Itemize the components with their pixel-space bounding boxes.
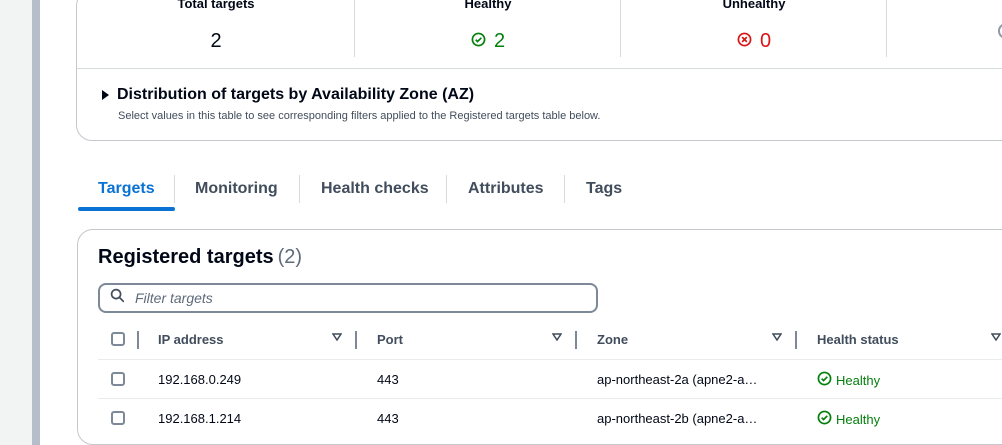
zone-cell: ap-northeast-2b (apne2-a…	[597, 411, 758, 426]
metric-unhealthy[interactable]: Unhealthy 0	[621, 0, 887, 68]
search-icon	[110, 288, 125, 308]
metric-label: Healthy	[464, 0, 512, 11]
metric-label: Total targets	[177, 0, 255, 11]
health-status-cell: Healthy	[817, 371, 880, 389]
row-divider	[98, 398, 1002, 399]
tab-tags[interactable]: Tags	[566, 173, 642, 209]
row-divider	[98, 359, 1002, 360]
tab-bar: Targets Monitoring Health checks Attribu…	[78, 173, 1002, 213]
filter-targets-field[interactable]	[98, 283, 598, 313]
tab-separator	[299, 175, 300, 203]
tab-monitoring[interactable]: Monitoring	[175, 173, 298, 209]
scrollbar[interactable]	[32, 0, 40, 445]
column-header-zone[interactable]: Zone	[597, 332, 628, 347]
check-circle-icon	[817, 371, 832, 389]
healthy-value: 2	[493, 30, 506, 52]
check-circle-icon	[817, 410, 832, 428]
row-checkbox[interactable]	[111, 411, 125, 425]
column-header-health-status[interactable]: Health status	[817, 332, 899, 347]
tab-attributes[interactable]: Attributes	[448, 173, 564, 209]
port-cell: 443	[377, 372, 399, 387]
column-resizer[interactable]	[575, 331, 577, 349]
registered-targets-heading: Registered targets (2)	[98, 246, 302, 269]
tab-health-checks[interactable]: Health checks	[301, 173, 449, 209]
status-icon	[996, 22, 1002, 45]
divider	[886, 0, 887, 57]
metric-value: 2	[355, 30, 621, 53]
metric-value: 0	[621, 30, 887, 53]
left-rail	[0, 0, 40, 445]
registered-targets-count: (2)	[277, 246, 303, 268]
metric-total-targets: Total targets 2	[77, 0, 355, 68]
x-circle-icon	[737, 30, 752, 53]
unhealthy-value: 0	[759, 30, 772, 52]
column-header-ip-address[interactable]: IP address	[158, 332, 224, 347]
ip-address-cell: 192.168.1.214	[158, 411, 242, 426]
metric-value: 2	[77, 30, 355, 53]
column-header-port[interactable]: Port	[377, 332, 403, 347]
metric-label: Unhealthy	[722, 0, 786, 11]
select-all-checkbox[interactable]	[111, 332, 125, 346]
divider	[77, 68, 1002, 69]
port-cell: 443	[377, 411, 399, 426]
zone-cell: ap-northeast-2a (apne2-a…	[597, 372, 758, 387]
az-distribution-title: Distribution of targets by Availability …	[117, 86, 475, 103]
column-resizer[interactable]	[355, 331, 357, 349]
column-resizer[interactable]	[795, 331, 797, 349]
az-distribution-description: Select values in this table to see corre…	[118, 110, 601, 122]
health-status-label: Healthy	[836, 411, 881, 427]
tab-separator	[564, 175, 565, 203]
total-targets-value: 2	[210, 30, 222, 52]
tab-separator	[446, 175, 447, 203]
registered-targets-title: Registered targets	[98, 246, 274, 268]
filter-targets-input[interactable]	[133, 289, 557, 307]
ip-address-cell: 192.168.0.249	[158, 372, 242, 387]
tab-targets[interactable]: Targets	[78, 173, 175, 211]
row-checkbox[interactable]	[111, 372, 125, 386]
health-status-cell: Healthy	[817, 410, 880, 428]
check-circle-icon	[471, 30, 486, 53]
column-separator	[137, 331, 139, 349]
metric-healthy[interactable]: Healthy 2	[355, 0, 621, 68]
az-distribution-toggle[interactable]: Distribution of targets by Availability …	[102, 86, 474, 104]
caret-right-icon	[102, 90, 109, 100]
health-status-label: Healthy	[836, 372, 881, 388]
